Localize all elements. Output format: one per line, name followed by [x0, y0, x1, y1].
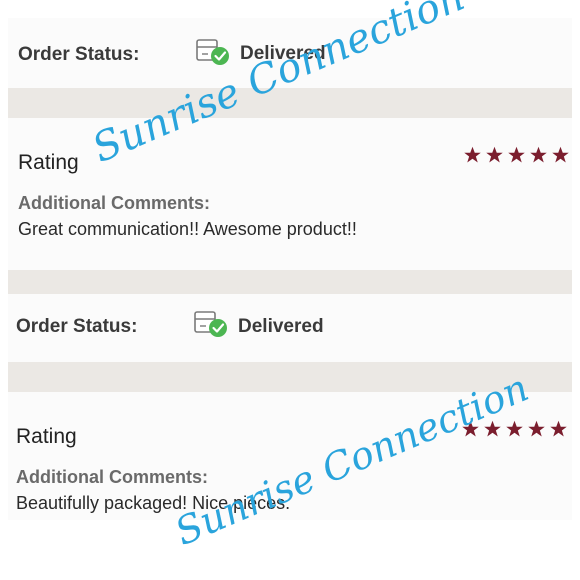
star-icon — [464, 146, 481, 163]
rating-title: Rating — [18, 151, 79, 174]
star-icon — [486, 146, 503, 163]
star-icon — [506, 420, 523, 437]
order-status-value: Delivered — [238, 316, 324, 337]
additional-comments-label: Additional Comments: — [16, 467, 208, 487]
package-delivered-icon — [194, 34, 232, 68]
star-icon — [528, 420, 545, 437]
package-delivered-icon — [192, 306, 230, 340]
order-status-card-2: Order Status: Delivered — [8, 294, 572, 362]
star-icon — [552, 146, 569, 163]
additional-comments-label: Additional Comments: — [18, 193, 210, 213]
order-status-label: Order Status: — [18, 44, 140, 65]
star-icon — [530, 146, 547, 163]
additional-comments-text: Great communication!! Awesome product!! — [18, 219, 357, 239]
order-status-label: Order Status: — [16, 316, 138, 337]
rating-title: Rating — [16, 425, 77, 448]
rating-stars — [463, 146, 570, 164]
section-divider — [8, 270, 572, 294]
star-icon — [550, 420, 567, 437]
star-icon — [508, 146, 525, 163]
